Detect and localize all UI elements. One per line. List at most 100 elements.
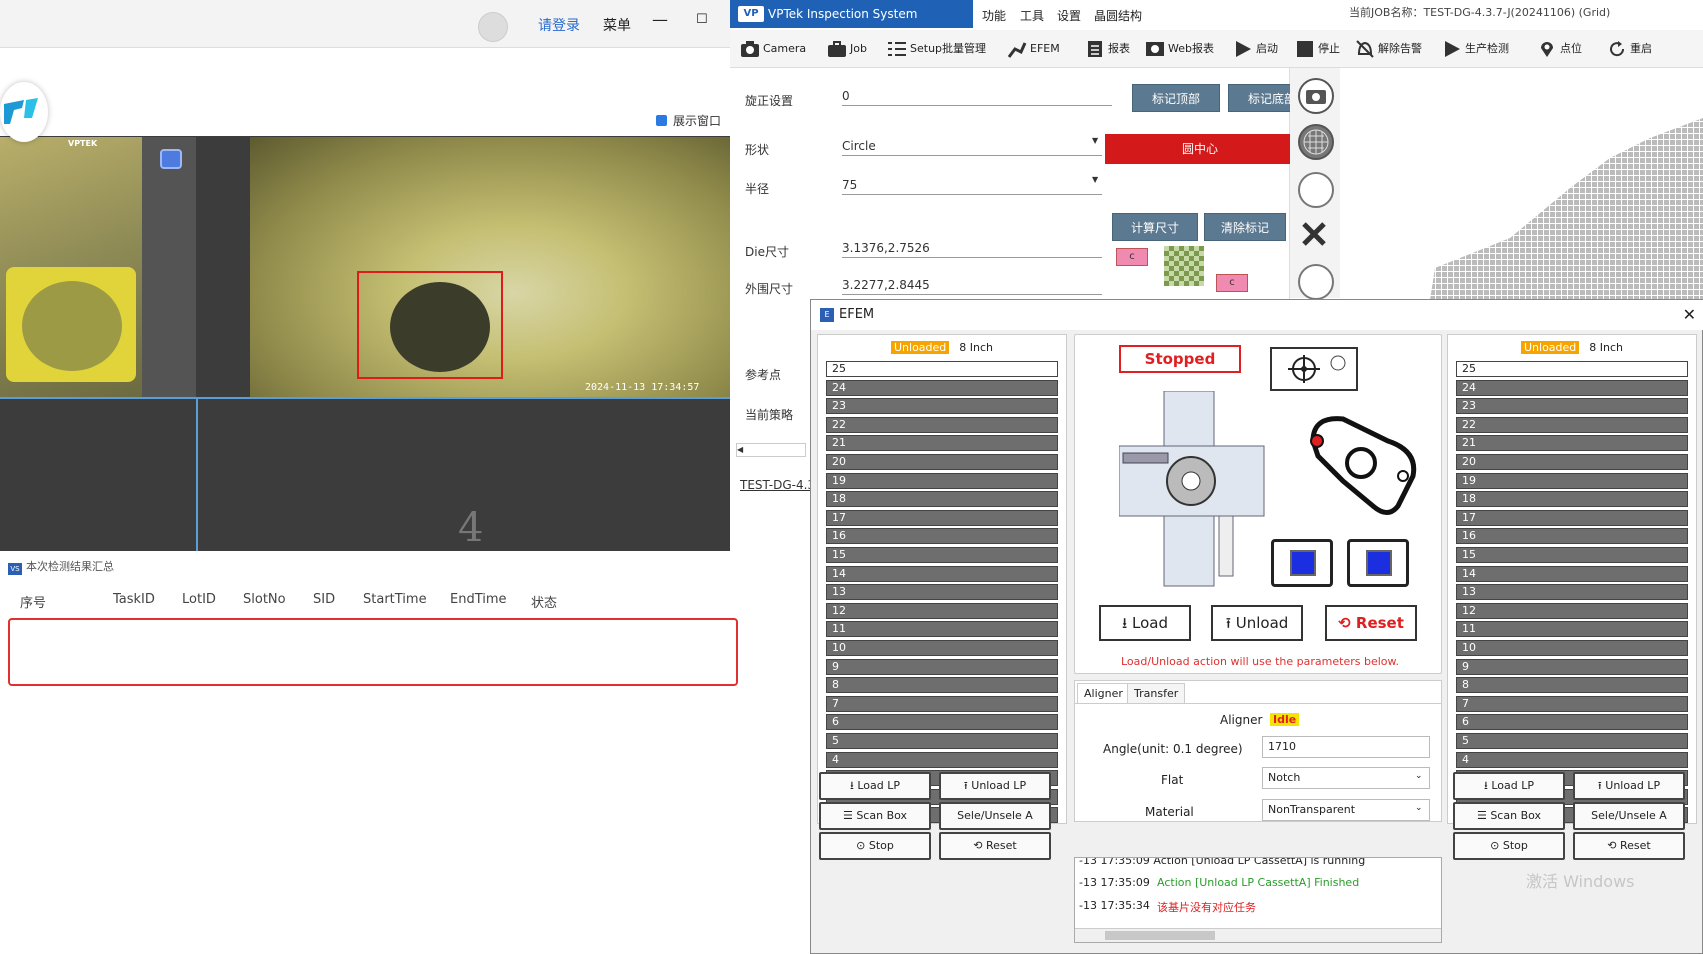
- right-cassette-slot[interactable]: 17: [1456, 509, 1688, 526]
- left-reset-button[interactable]: ⟲ Reset: [939, 832, 1051, 860]
- right-cassette-slot[interactable]: 7: [1456, 695, 1688, 712]
- grid-globe-icon[interactable]: [1298, 124, 1334, 160]
- scroll-left-icon[interactable]: ◀: [736, 443, 806, 457]
- right-cassette-slot[interactable]: 10: [1456, 640, 1688, 656]
- col-endtime[interactable]: EndTime: [450, 592, 507, 607]
- right-cassette-slot[interactable]: 12: [1456, 602, 1688, 619]
- left-cassette-slot[interactable]: 5: [826, 733, 1058, 749]
- load-port-2-icon[interactable]: [1347, 539, 1409, 587]
- menu-settings[interactable]: 设置: [1057, 7, 1081, 24]
- clear-mark-button[interactable]: 清除标记: [1204, 213, 1286, 241]
- chevron-down-icon[interactable]: ⌄: [1415, 771, 1423, 781]
- left-cassette-slot[interactable]: 20: [826, 454, 1058, 470]
- left-cassette-slot[interactable]: 10: [826, 640, 1058, 656]
- left-stop-button[interactable]: ⊙ Stop: [819, 832, 931, 860]
- right-cassette-slot[interactable]: 20: [1456, 454, 1688, 470]
- marker-c-1[interactable]: c: [1116, 248, 1148, 266]
- menu-tools[interactable]: 工具: [1020, 7, 1044, 24]
- show-window-checkbox[interactable]: 展示窗口: [656, 112, 721, 129]
- report-button[interactable]: 报表: [1085, 38, 1130, 60]
- col-taskid[interactable]: TaskID: [113, 592, 155, 607]
- mark-top-button[interactable]: 标记顶部: [1132, 84, 1220, 112]
- left-unload-lp-button[interactable]: ⭱ Unload LP: [939, 772, 1051, 800]
- left-cassette-slot[interactable]: 23: [826, 398, 1058, 415]
- efem-button[interactable]: EFEM: [1007, 38, 1060, 60]
- unload-button[interactable]: ⭱ Unload: [1211, 605, 1303, 641]
- flat-select[interactable]: Notch: [1262, 767, 1430, 789]
- left-load-lp-button[interactable]: ⭳ Load LP: [819, 772, 931, 800]
- image-icon[interactable]: [1298, 264, 1334, 300]
- camera-icon[interactable]: [1298, 78, 1334, 114]
- left-cassette-slot[interactable]: 25: [826, 361, 1058, 377]
- rotate-input[interactable]: 0: [842, 86, 1112, 106]
- left-sele-button[interactable]: Sele/Unsele A: [939, 802, 1051, 830]
- right-scan-box-button[interactable]: ☰ Scan Box: [1453, 802, 1565, 830]
- menu-function[interactable]: 功能: [982, 7, 1006, 24]
- chevron-down-icon[interactable]: ▼: [1092, 136, 1098, 145]
- right-cassette-slot[interactable]: 21: [1456, 435, 1688, 452]
- minimize-icon[interactable]: —: [652, 10, 668, 29]
- right-cassette-slot[interactable]: 15: [1456, 547, 1688, 563]
- load-button[interactable]: ⭳ Load: [1099, 605, 1191, 641]
- job-button[interactable]: Job: [827, 38, 867, 60]
- col-sid[interactable]: SID: [313, 592, 335, 607]
- right-cassette-slot[interactable]: 22: [1456, 416, 1688, 433]
- start-button[interactable]: 启动: [1233, 38, 1278, 60]
- right-load-lp-button[interactable]: ⭳ Load LP: [1453, 772, 1565, 800]
- left-cassette-slot[interactable]: 16: [826, 528, 1058, 545]
- left-cassette-slot[interactable]: 6: [826, 714, 1058, 731]
- right-cassette-slot[interactable]: 13: [1456, 584, 1688, 601]
- web-report-button[interactable]: Web报表: [1145, 38, 1214, 60]
- chat-icon[interactable]: [160, 149, 182, 169]
- col-starttime[interactable]: StartTime: [363, 592, 427, 607]
- setup-batch-button[interactable]: Setup批量管理: [887, 38, 986, 60]
- right-cassette-slot[interactable]: 9: [1456, 658, 1688, 675]
- left-cassette-slot[interactable]: 19: [826, 472, 1058, 489]
- left-cassette-slot[interactable]: 24: [826, 379, 1058, 396]
- right-cassette-slot[interactable]: 24: [1456, 379, 1688, 396]
- aligner-target-icon[interactable]: [1270, 347, 1358, 391]
- test-job-link[interactable]: TEST-DG-4.3.: [740, 478, 819, 492]
- right-cassette-slot[interactable]: 8: [1456, 677, 1688, 694]
- reset-button[interactable]: ⟲ Reset: [1325, 605, 1417, 641]
- right-sele-button[interactable]: Sele/Unsele A: [1573, 802, 1685, 830]
- chevron-down-icon[interactable]: ⌄: [1415, 803, 1423, 813]
- shape-select[interactable]: Circle: [842, 136, 1102, 156]
- col-lotid[interactable]: LotID: [182, 592, 216, 607]
- left-cassette-slot[interactable]: 12: [826, 602, 1058, 619]
- log-scrollbar[interactable]: [1075, 928, 1441, 942]
- left-cassette-slot[interactable]: 13: [826, 584, 1058, 601]
- right-cassette-slot[interactable]: 18: [1456, 491, 1688, 508]
- stop-button[interactable]: 停止: [1295, 38, 1340, 60]
- left-cassette-slot[interactable]: 11: [826, 621, 1058, 638]
- tab-transfer[interactable]: Transfer: [1127, 683, 1186, 703]
- left-cassette-slot[interactable]: 21: [826, 435, 1058, 452]
- efem-log[interactable]: -13 17:35:09 Action [Unload LP CassettA]…: [1074, 857, 1442, 943]
- left-cassette-slot[interactable]: 7: [826, 695, 1058, 712]
- marker-c-2[interactable]: c: [1216, 274, 1248, 292]
- left-cassette-slot[interactable]: 15: [826, 547, 1058, 563]
- left-cassette-slot[interactable]: 14: [826, 565, 1058, 582]
- load-port-1-icon[interactable]: [1271, 539, 1333, 587]
- map-icon[interactable]: [1298, 172, 1334, 208]
- right-cassette-slot[interactable]: 4: [1456, 751, 1688, 768]
- wafer-grid-map[interactable]: [1340, 68, 1703, 300]
- right-cassette-slot[interactable]: 19: [1456, 472, 1688, 489]
- camera-button[interactable]: Camera: [740, 38, 806, 60]
- circle-center-button[interactable]: 圆中心: [1105, 134, 1295, 164]
- login-link[interactable]: 请登录: [538, 15, 580, 35]
- avatar[interactable]: [478, 12, 508, 42]
- left-scan-box-button[interactable]: ☰ Scan Box: [819, 802, 931, 830]
- right-cassette-slot[interactable]: 11: [1456, 621, 1688, 638]
- restart-button[interactable]: 重启: [1607, 38, 1652, 60]
- radius-select[interactable]: 75: [842, 175, 1102, 195]
- left-cassette-slot[interactable]: 9: [826, 658, 1058, 675]
- right-cassette-slot[interactable]: 14: [1456, 565, 1688, 582]
- left-cassette-slot[interactable]: 8: [826, 677, 1058, 694]
- clear-alarm-button[interactable]: 解除告警: [1355, 38, 1422, 60]
- point-button[interactable]: 点位: [1537, 38, 1582, 60]
- col-status[interactable]: 状态: [531, 592, 557, 611]
- material-select[interactable]: NonTransparent: [1262, 799, 1430, 821]
- maximize-icon[interactable]: ☐: [696, 12, 708, 27]
- left-cassette-slot[interactable]: 22: [826, 416, 1058, 433]
